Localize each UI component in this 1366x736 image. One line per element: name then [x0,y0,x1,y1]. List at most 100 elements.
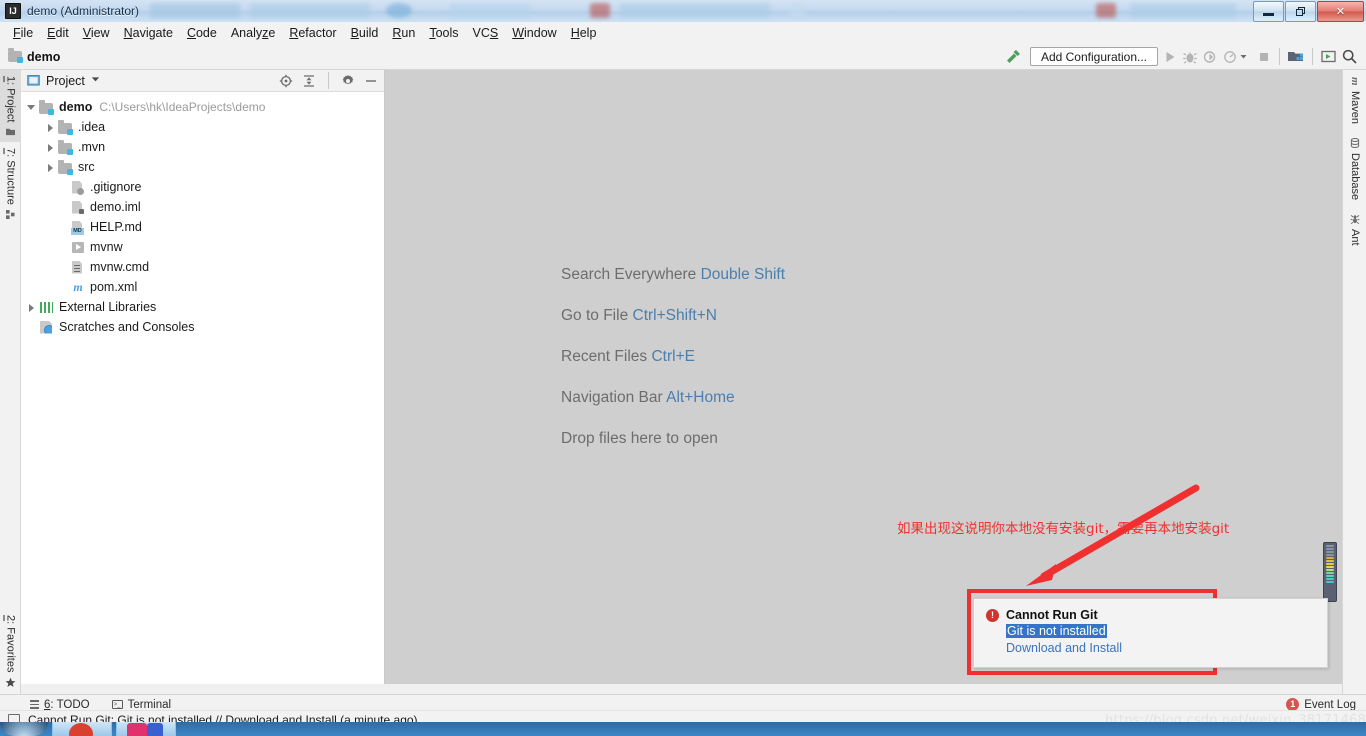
window-title-bar: IJ demo (Administrator) ✕ [0,0,1366,23]
menu-file[interactable]: File [6,24,40,42]
tree-item-pom-xml[interactable]: m pom.xml [21,277,384,297]
debug-icon[interactable] [1182,49,1198,65]
notification-popup[interactable]: ! Cannot Run Git Git is not installed Do… [973,598,1328,668]
toolbar-project-name: demo [27,49,61,64]
search-everywhere-icon[interactable] [1341,48,1358,65]
minimize-button[interactable] [1253,1,1284,22]
menu-navigate[interactable]: Navigate [117,24,180,42]
hint-action: Go to File [561,307,629,324]
project-panel-title: Project [46,73,85,88]
run-icon[interactable] [1162,49,1178,65]
menu-window[interactable]: Window [505,24,563,42]
bottom-tab-terminal[interactable]: >_ Terminal [101,699,182,711]
tree-item-src[interactable]: src [21,157,384,177]
run-with-coverage-icon[interactable] [1202,49,1218,65]
chevron-down-icon[interactable] [1239,52,1248,61]
hide-icon[interactable] [364,74,378,88]
expand-twisty-icon[interactable] [27,103,36,112]
project-structure-icon[interactable] [1287,49,1305,65]
profiler-icon[interactable] [1222,49,1238,65]
tree-item-label: .gitignore [90,180,142,194]
red-arrow-icon [1026,484,1200,586]
taskbar-app-2[interactable] [116,722,176,736]
title-bar-background-blur [150,0,1236,22]
sidebar-item-maven[interactable]: m Maven [1343,70,1366,131]
tree-item-label: src [78,160,95,174]
cmd-file-icon [70,260,85,275]
tree-item-mvnw-cmd[interactable]: mvnw.cmd [21,257,384,277]
panel-separator [328,72,329,89]
add-configuration-button[interactable]: Add Configuration... [1030,47,1158,66]
sidebar-item-favorites[interactable]: 2: Favorites [0,609,21,694]
close-button[interactable]: ✕ [1317,1,1364,22]
todo-tab-label: 6: TODO [44,698,90,711]
hint-action: Navigation Bar [561,389,663,406]
ant-icon [1349,214,1361,224]
hint-action: Search Everywhere [561,266,697,283]
select-opened-file-icon[interactable] [279,74,293,88]
restore-icon [1296,7,1305,16]
hammer-icon[interactable] [1005,48,1022,65]
bottom-tab-todo[interactable]: 6: TODO [0,699,101,711]
menu-tools[interactable]: Tools [422,24,465,42]
menu-help[interactable]: Help [564,24,604,42]
window-title: demo (Administrator) [27,4,140,18]
sidebar-item-ant[interactable]: Ant [1343,207,1366,253]
menu-edit[interactable]: Edit [40,24,76,42]
taskbar-app-1[interactable] [52,722,112,736]
hint-search-everywhere: Search Everywhere Double Shift [561,266,785,284]
tree-item-idea[interactable]: .idea [21,117,384,137]
editor-empty-area[interactable]: Search Everywhere Double Shift Go to Fil… [385,70,1342,684]
tree-item-demo[interactable]: demo C:\Users\hk\IdeaProjects\demo [21,97,384,117]
event-log-label[interactable]: Event Log [1304,699,1356,711]
menu-run[interactable]: Run [385,24,422,42]
menu-refactor[interactable]: Refactor [282,24,343,42]
expand-twisty-icon[interactable] [27,303,36,312]
tree-item-mvn[interactable]: .mvn [21,137,384,157]
restore-button[interactable] [1285,1,1316,22]
markdown-file-icon: MD [70,220,85,235]
tree-item-mvnw[interactable]: mvnw [21,237,384,257]
menu-build[interactable]: Build [344,24,386,42]
toolbar-separator-2 [1312,48,1313,65]
gear-icon[interactable] [341,74,355,88]
stop-icon[interactable] [1256,49,1272,65]
chevron-down-icon[interactable] [91,76,100,85]
expand-twisty-icon[interactable] [46,143,55,152]
expand-twisty-icon[interactable] [46,163,55,172]
menu-code[interactable]: Code [180,24,224,42]
sidebar-item-structure[interactable]: 7: Structure [0,142,21,225]
menu-analyze[interactable]: Analyze [224,24,282,42]
menu-view[interactable]: View [76,24,117,42]
hint-go-to-file: Go to File Ctrl+Shift+N [561,307,785,325]
notification-header: ! Cannot Run Git [986,608,1315,622]
menu-vcs[interactable]: VCS [466,24,506,42]
project-panel-header: Project [21,70,384,92]
intellij-idea-window: IJ demo (Administrator) ✕ File Edit View… [0,0,1366,736]
ant-tab-label: Ant [1349,228,1361,246]
hint-drop-files: Drop files here to open [561,430,785,448]
expand-twisty-icon[interactable] [46,123,55,132]
maven-tab-label: Maven [1349,90,1361,124]
database-tab-label: Database [1349,152,1361,200]
favorites-tab-label: 2: Favorites [4,614,17,672]
tree-item-label: Scratches and Consoles [59,320,195,334]
sidebar-item-database[interactable]: Database [1343,131,1366,207]
project-path: C:\Users\hk\IdeaProjects\demo [99,100,266,114]
collapse-all-icon[interactable] [302,74,316,88]
notification-title: Cannot Run Git [1006,608,1098,622]
todo-icon [30,700,39,709]
tree-item-external-libraries[interactable]: External Libraries [21,297,384,317]
hint-action: Recent Files [561,348,648,365]
download-and-install-link[interactable]: Download and Install [1006,641,1122,655]
start-button[interactable] [0,722,48,736]
tree-item-demo-iml[interactable]: demo.iml [21,197,384,217]
tree-item-help-md[interactable]: MD HELP.md [21,217,384,237]
tree-item-scratches-and-consoles[interactable]: Scratches and Consoles [21,317,384,337]
folder-icon [58,139,73,155]
database-icon [1349,137,1361,148]
tree-item-gitignore[interactable]: .gitignore [21,177,384,197]
tree-item-label: .mvn [78,140,106,154]
sidebar-item-project[interactable]: 1: Project [0,70,21,143]
update-project-icon[interactable] [1320,49,1337,64]
